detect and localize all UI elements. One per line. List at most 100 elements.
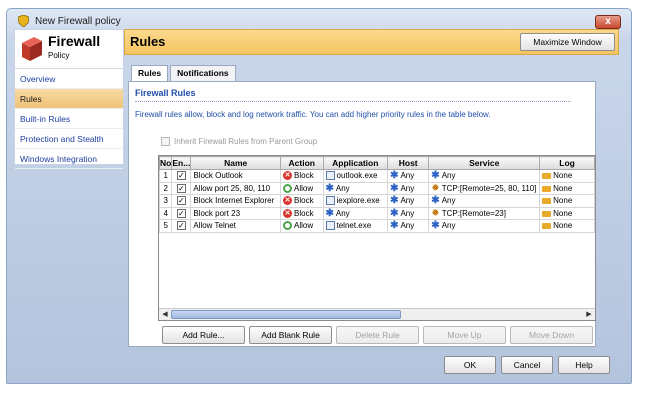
cell-action[interactable]: Allow bbox=[280, 181, 324, 195]
any-icon: ✱ bbox=[390, 182, 399, 194]
cell-application[interactable]: ✱ Any bbox=[322, 181, 389, 195]
cell-application[interactable]: ✱ Any bbox=[322, 206, 389, 220]
sidebar-item-rules[interactable]: Rules bbox=[15, 89, 123, 109]
column-header-enabled[interactable]: En... bbox=[171, 156, 192, 170]
tab-notifications[interactable]: Notifications bbox=[170, 65, 236, 81]
action-label: Block bbox=[294, 171, 314, 181]
enabled-checkbox[interactable]: ✓ bbox=[176, 196, 186, 206]
table-row[interactable]: 1 ✓ Block Outlook ✕ Block outlook.exe ✱ Any ✱ Any… bbox=[159, 169, 595, 183]
cell-action[interactable]: ✕ Block bbox=[280, 194, 324, 208]
move-up-button[interactable]: Move Up bbox=[423, 326, 506, 344]
cell-action[interactable]: ✕ Block bbox=[280, 169, 324, 183]
cell-application[interactable]: outlook.exe bbox=[322, 169, 389, 183]
brand: Firewall Policy bbox=[15, 30, 123, 69]
cell-name[interactable]: Allow port 25, 80, 110 bbox=[190, 181, 281, 195]
table-row[interactable]: 2 ✓ Allow port 25, 80, 110 Allow ✱ Any ✱ Any ✹ TC… bbox=[159, 181, 595, 195]
tab-rules[interactable]: Rules bbox=[131, 65, 169, 82]
any-icon: ✱ bbox=[325, 182, 334, 194]
add-blank-rule-button[interactable]: Add Blank Rule bbox=[249, 326, 332, 344]
application-label: iexplore.exe bbox=[336, 196, 380, 206]
cell-name[interactable]: Block Internet Explorer bbox=[190, 194, 281, 208]
sidebar-item-windows-integration[interactable]: Windows Integration bbox=[15, 149, 123, 169]
horizontal-scrollbar[interactable]: ◀ ▶ bbox=[159, 308, 595, 320]
service-label: Any bbox=[441, 221, 456, 231]
column-header-log[interactable]: Log bbox=[539, 156, 595, 170]
scroll-right-icon[interactable]: ▶ bbox=[584, 310, 594, 320]
cell-enabled[interactable]: ✓ bbox=[171, 206, 192, 220]
tab-bar: Rules Notifications bbox=[131, 65, 238, 82]
log-icon bbox=[542, 185, 552, 192]
any-icon: ✱ bbox=[431, 220, 440, 232]
block-icon: ✕ bbox=[283, 196, 292, 206]
any-icon: ✱ bbox=[390, 207, 399, 219]
firewall-brick-icon bbox=[20, 35, 44, 65]
cell-log[interactable]: None bbox=[539, 194, 595, 208]
maximize-window-button[interactable]: Maximize Window bbox=[520, 33, 615, 51]
checkbox-box[interactable] bbox=[161, 137, 170, 146]
cell-enabled[interactable]: ✓ bbox=[171, 194, 192, 208]
cell-host[interactable]: ✱ Any bbox=[387, 219, 430, 233]
enabled-checkbox[interactable]: ✓ bbox=[176, 208, 186, 218]
cell-name[interactable]: Block port 23 bbox=[190, 206, 281, 220]
sidebar-item-protection-stealth[interactable]: Protection and Stealth bbox=[15, 129, 123, 149]
any-icon: ✱ bbox=[325, 207, 334, 219]
add-rule-button[interactable]: Add Rule... bbox=[162, 326, 245, 344]
cell-name[interactable]: Block Outlook bbox=[190, 169, 281, 183]
cell-log[interactable]: None bbox=[539, 169, 595, 183]
enabled-checkbox[interactable]: ✓ bbox=[176, 221, 186, 231]
column-header-no[interactable]: No bbox=[159, 156, 173, 170]
enabled-checkbox[interactable]: ✓ bbox=[176, 171, 186, 181]
application-label: Any bbox=[335, 183, 350, 193]
cell-log[interactable]: None bbox=[539, 181, 595, 195]
service-gear-icon: ✹ bbox=[431, 207, 440, 219]
column-header-application[interactable]: Application bbox=[322, 156, 389, 170]
log-label: None bbox=[553, 196, 573, 206]
column-header-host[interactable]: Host bbox=[387, 156, 430, 170]
cell-service[interactable]: ✱ Any bbox=[428, 169, 541, 183]
scrollbar-thumb[interactable] bbox=[171, 310, 401, 319]
sidebar-item-built-in-rules[interactable]: Built-in Rules bbox=[15, 109, 123, 129]
dialog-buttons: OK Cancel Help bbox=[444, 356, 615, 374]
help-button[interactable]: Help bbox=[558, 356, 610, 374]
close-button[interactable]: x bbox=[595, 15, 621, 29]
cell-enabled[interactable]: ✓ bbox=[171, 219, 192, 233]
cell-host[interactable]: ✱ Any bbox=[387, 206, 430, 220]
cell-log[interactable]: None bbox=[539, 206, 595, 220]
cell-action[interactable]: ✕ Block bbox=[280, 206, 324, 220]
cell-enabled[interactable]: ✓ bbox=[171, 169, 192, 183]
allow-icon bbox=[283, 183, 292, 193]
cell-application[interactable]: telnet.exe bbox=[322, 219, 389, 233]
cell-host[interactable]: ✱ Any bbox=[387, 194, 430, 208]
sidebar-item-overview[interactable]: Overview bbox=[15, 69, 123, 89]
delete-rule-button[interactable]: Delete Rule bbox=[336, 326, 419, 344]
enabled-checkbox[interactable]: ✓ bbox=[176, 183, 186, 193]
cell-host[interactable]: ✱ Any bbox=[387, 181, 430, 195]
cell-service[interactable]: ✹ TCP:[Remote=23] bbox=[428, 206, 541, 220]
column-header-service[interactable]: Service bbox=[428, 156, 541, 170]
inherit-rules-checkbox[interactable]: Inherit Firewall Rules from Parent Group bbox=[161, 137, 317, 146]
cancel-button[interactable]: Cancel bbox=[501, 356, 553, 374]
column-header-name[interactable]: Name bbox=[190, 156, 281, 170]
column-header-action[interactable]: Action bbox=[280, 156, 324, 170]
cell-action[interactable]: Allow bbox=[280, 219, 324, 233]
cell-service[interactable]: ✱ Any bbox=[428, 194, 541, 208]
table-row[interactable]: 3 ✓ Block Internet Explorer ✕ Block iexplore.… bbox=[159, 194, 595, 208]
log-label: None bbox=[553, 171, 573, 181]
host-label: Any bbox=[400, 196, 415, 206]
table-row[interactable]: 5 ✓ Allow Telnet Allow telnet.exe ✱ Any ✱ Any Non… bbox=[159, 219, 595, 233]
cell-log[interactable]: None bbox=[539, 219, 595, 233]
cell-name[interactable]: Allow Telnet bbox=[190, 219, 281, 233]
cell-service[interactable]: ✹ TCP:[Remote=25, 80, 110] bbox=[428, 181, 541, 195]
move-down-button[interactable]: Move Down bbox=[510, 326, 593, 344]
log-label: None bbox=[553, 221, 573, 231]
cell-application[interactable]: iexplore.exe bbox=[322, 194, 389, 208]
section-description: Firewall rules allow, block and log netw… bbox=[135, 110, 491, 119]
action-label: Block bbox=[294, 208, 314, 218]
ok-button[interactable]: OK bbox=[444, 356, 496, 374]
cell-host[interactable]: ✱ Any bbox=[387, 169, 430, 183]
scroll-left-icon[interactable]: ◀ bbox=[160, 310, 170, 320]
cell-service[interactable]: ✱ Any bbox=[428, 219, 541, 233]
table-row[interactable]: 4 ✓ Block port 23 ✕ Block ✱ Any ✱ Any ✹ TCP:[Remot… bbox=[159, 206, 595, 220]
cell-enabled[interactable]: ✓ bbox=[171, 181, 192, 195]
page-title: Rules bbox=[130, 34, 166, 49]
